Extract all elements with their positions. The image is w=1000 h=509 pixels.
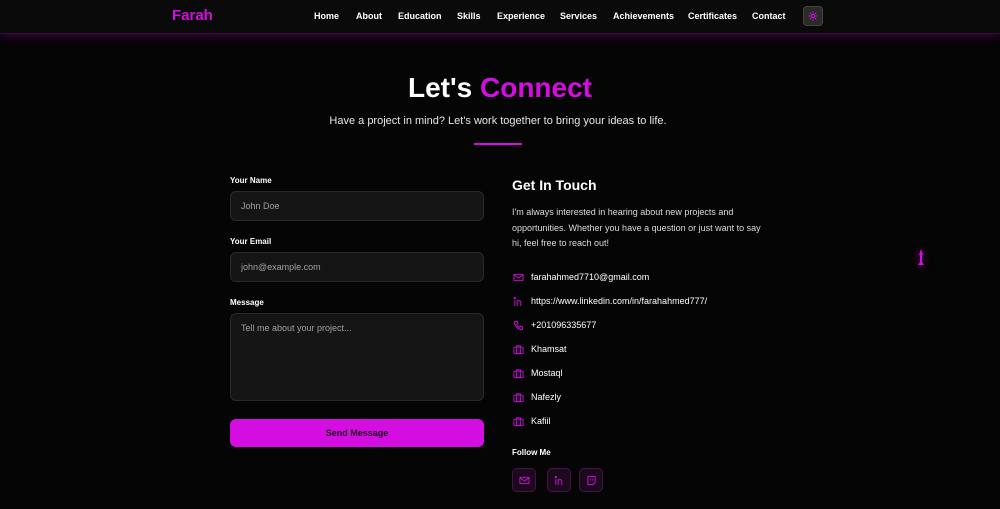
nav-link-contact[interactable]: Contact (752, 11, 786, 21)
contact-nafezly-text: Nafezly (531, 392, 562, 402)
message-textarea[interactable] (230, 313, 484, 401)
contact-mostaql[interactable]: Mostaql (512, 366, 563, 380)
title-divider (474, 143, 522, 145)
nav-link-home[interactable]: Home (314, 11, 339, 21)
get-in-touch-title: Get In Touch (512, 177, 597, 193)
brand-logo[interactable]: Farah (172, 7, 213, 24)
name-label: Your Name (230, 176, 272, 185)
contact-email-text: farahahmed7710@gmail.com (531, 272, 650, 282)
nav-link-services[interactable]: Services (560, 11, 597, 21)
contact-mostaql-text: Mostaql (531, 368, 563, 378)
mail-icon (512, 271, 524, 283)
contact-linkedin[interactable]: https://www.linkedin.com/in/farahahmed77… (512, 294, 707, 308)
theme-toggle-button[interactable] (803, 6, 823, 26)
send-message-button[interactable]: Send Message (230, 419, 484, 447)
social-linkedin-button[interactable] (547, 468, 571, 492)
email-input[interactable] (230, 252, 484, 282)
phone-icon (512, 319, 524, 331)
briefcase-icon (512, 343, 524, 355)
nav-link-certificates[interactable]: Certificates (688, 11, 737, 21)
nav-link-about[interactable]: About (356, 11, 382, 21)
social-discord-button[interactable] (579, 468, 603, 492)
briefcase-icon (512, 367, 524, 379)
briefcase-icon (512, 391, 524, 403)
sun-icon (808, 11, 818, 21)
nav-link-achievements[interactable]: Achievements (613, 11, 674, 21)
name-input[interactable] (230, 191, 484, 221)
briefcase-icon (512, 415, 524, 427)
contact-khamsat-text: Khamsat (531, 344, 567, 354)
contact-phone[interactable]: +201096335677 (512, 318, 596, 332)
rocket-icon (918, 249, 924, 265)
contact-email[interactable]: farahahmed7710@gmail.com (512, 270, 649, 284)
mail-icon (518, 476, 530, 484)
navbar: Farah Home About Education Skills Experi… (0, 0, 1000, 34)
contact-nafezly[interactable]: Nafezly (512, 390, 561, 404)
discord-icon (586, 475, 596, 485)
page-title-part1: Let's (407, 72, 473, 103)
nav-link-experience[interactable]: Experience (497, 11, 545, 21)
linkedin-icon (554, 475, 562, 485)
page-title-accent: Connect (480, 72, 592, 103)
social-mail-button[interactable] (512, 468, 536, 492)
follow-me-label: Follow Me (512, 448, 551, 457)
nav-link-education[interactable]: Education (398, 11, 442, 21)
contact-phone-text: +201096335677 (531, 320, 597, 330)
nav-link-skills[interactable]: Skills (457, 11, 481, 21)
contact-linkedin-text: https://www.linkedin.com/in/farahahmed77… (531, 296, 708, 306)
contact-kafiil-text: Kafiil (531, 416, 551, 426)
page-subtitle: Have a project in mind? Let's work toget… (329, 115, 667, 127)
email-label: Your Email (230, 237, 272, 246)
linkedin-icon (512, 295, 524, 307)
contact-khamsat[interactable]: Khamsat (512, 342, 567, 356)
message-label: Message (230, 298, 264, 307)
scroll-top-button[interactable] (916, 248, 926, 268)
get-in-touch-description: I'm always interested in hearing about n… (512, 207, 761, 248)
page-title: Let's Connect (0, 72, 1000, 104)
contact-kafiil[interactable]: Kafiil (512, 414, 551, 428)
